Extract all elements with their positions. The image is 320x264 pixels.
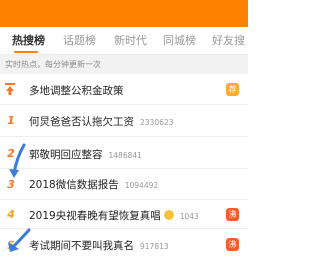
tab-friends[interactable]: 好友搜 [212, 32, 245, 48]
list-item[interactable]: 5 考试期间不要叫我真名917813 沸 [0, 229, 248, 264]
smile-emoji-icon [163, 210, 174, 220]
list-item[interactable]: 多地调整公积金政策 荐 [0, 74, 248, 105]
item-title: 何炅爸爸否认拖欠工资 2330623 [29, 116, 174, 128]
hot-badge: 沸 [226, 238, 239, 251]
update-notice: 实时热点，每分钟更新一次 [0, 55, 248, 74]
tab-topics[interactable]: 话题榜 [63, 32, 96, 48]
pin-icon [5, 83, 15, 95]
recommend-badge: 荐 [226, 83, 239, 96]
tab-bar: 热搜榜 话题榜 新时代 同城榜 好友搜 [0, 27, 248, 55]
item-title: 郭敬明回应整容 1486841 [29, 149, 142, 161]
update-notice-text: 实时热点，每分钟更新一次 [5, 60, 101, 69]
hot-badge: 沸 [226, 208, 239, 221]
list-item[interactable]: 1 何炅爸爸否认拖欠工资 2330623 [0, 105, 248, 137]
active-tab-indicator [14, 51, 38, 53]
tab-local[interactable]: 同城榜 [163, 32, 196, 48]
rank-number: 4 [7, 208, 15, 221]
item-title: 2019央视春晚有望恢复真唱 1043 [29, 210, 199, 222]
tab-new-era[interactable]: 新时代 [114, 32, 147, 48]
item-title: 2018微信数据报告 1094492 [29, 179, 159, 191]
rank-number: 1 [7, 114, 15, 127]
item-count: 1043 [179, 212, 199, 221]
list-item[interactable]: 4 2019央视春晚有望恢复真唱 1043 沸 [0, 200, 248, 229]
annotation-arrow-icon [8, 228, 31, 252]
tab-hot-search[interactable]: 热搜榜 [12, 32, 45, 48]
list-item[interactable]: 3 2018微信数据报告 1094492 [0, 169, 248, 200]
item-count: 1094492 [124, 181, 159, 190]
item-count: 917813 [140, 242, 169, 251]
item-count: 1486841 [108, 151, 142, 160]
item-count: 2330623 [140, 118, 174, 127]
status-bar [0, 0, 248, 27]
item-title: 考试期间不要叫我真名 917813 [29, 240, 169, 252]
list-item[interactable]: 2 郭敬明回应整容 1486841 [0, 137, 248, 169]
item-title: 多地调整公积金政策 [29, 85, 124, 97]
annotation-arrow-icon [9, 143, 26, 178]
